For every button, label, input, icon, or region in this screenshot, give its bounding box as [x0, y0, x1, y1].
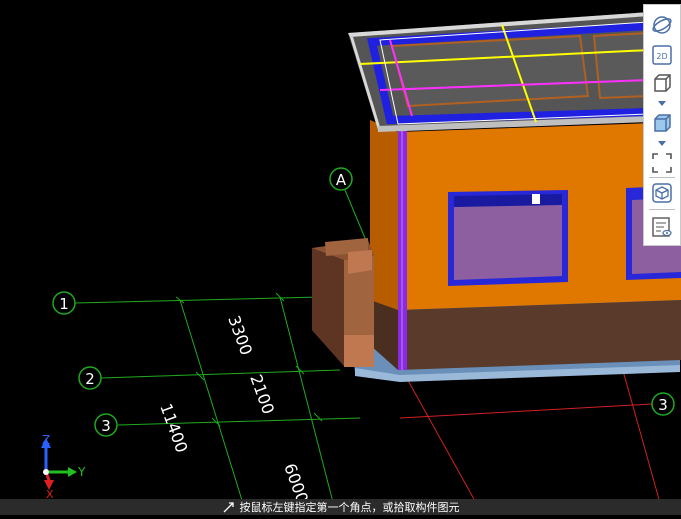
solid-menu-chevron-icon[interactable] — [658, 141, 666, 146]
svg-text:2: 2 — [85, 370, 95, 388]
toolbar-divider-2 — [649, 209, 675, 210]
building-model[interactable] — [312, 12, 681, 382]
svg-text:1: 1 — [59, 295, 69, 313]
view-menu-chevron-icon[interactable] — [658, 101, 666, 106]
pick-cursor-icon — [223, 502, 234, 513]
roof[interactable] — [348, 12, 652, 132]
axis-grid-red — [399, 359, 663, 511]
3d-viewport[interactable]: A 1 2 3 3 3300 2100 11400 6000 Z Y X — [0, 0, 681, 515]
dimension-3300: 3300 — [224, 313, 256, 358]
status-bar: 按鼠标左键指定第一个角点，或拾取构件图元 — [0, 499, 681, 515]
toolbar-divider — [649, 177, 675, 178]
view-3d-solid-icon[interactable] — [650, 111, 674, 135]
svg-text:3: 3 — [101, 417, 111, 435]
orbit-icon[interactable] — [650, 13, 674, 37]
svg-text:2D: 2D — [656, 52, 667, 61]
svg-text:Y: Y — [77, 465, 86, 479]
axis-bubble-a[interactable]: A — [329, 167, 353, 191]
display-toggle-icon[interactable] — [650, 181, 674, 205]
dimension-2100: 2100 — [246, 372, 278, 417]
axis-bubble-2[interactable]: 2 — [78, 366, 102, 390]
axis-bubble-1[interactable]: 1 — [52, 291, 76, 315]
properties-view-icon[interactable] — [650, 215, 674, 239]
axis-bubble-3-left[interactable]: 3 — [94, 413, 118, 437]
axis-bubble-3-right[interactable]: 3 — [651, 392, 675, 416]
axis-grid — [74, 189, 373, 511]
svg-text:Z: Z — [42, 433, 50, 447]
status-message: 按鼠标左键指定第一个角点，或拾取构件图元 — [239, 501, 460, 514]
dimension-11400: 11400 — [156, 401, 191, 455]
coordinate-gizmo: Z Y X — [41, 433, 86, 501]
entrance-steps[interactable] — [312, 238, 374, 367]
view-3d-box-icon[interactable] — [650, 71, 674, 95]
window-1[interactable] — [448, 190, 568, 286]
view-toolbar: 2D — [643, 4, 681, 246]
zoom-extents-icon[interactable] — [650, 151, 674, 175]
view-2d-button[interactable]: 2D — [650, 43, 674, 67]
svg-text:3: 3 — [658, 396, 668, 414]
svg-text:A: A — [336, 171, 347, 189]
